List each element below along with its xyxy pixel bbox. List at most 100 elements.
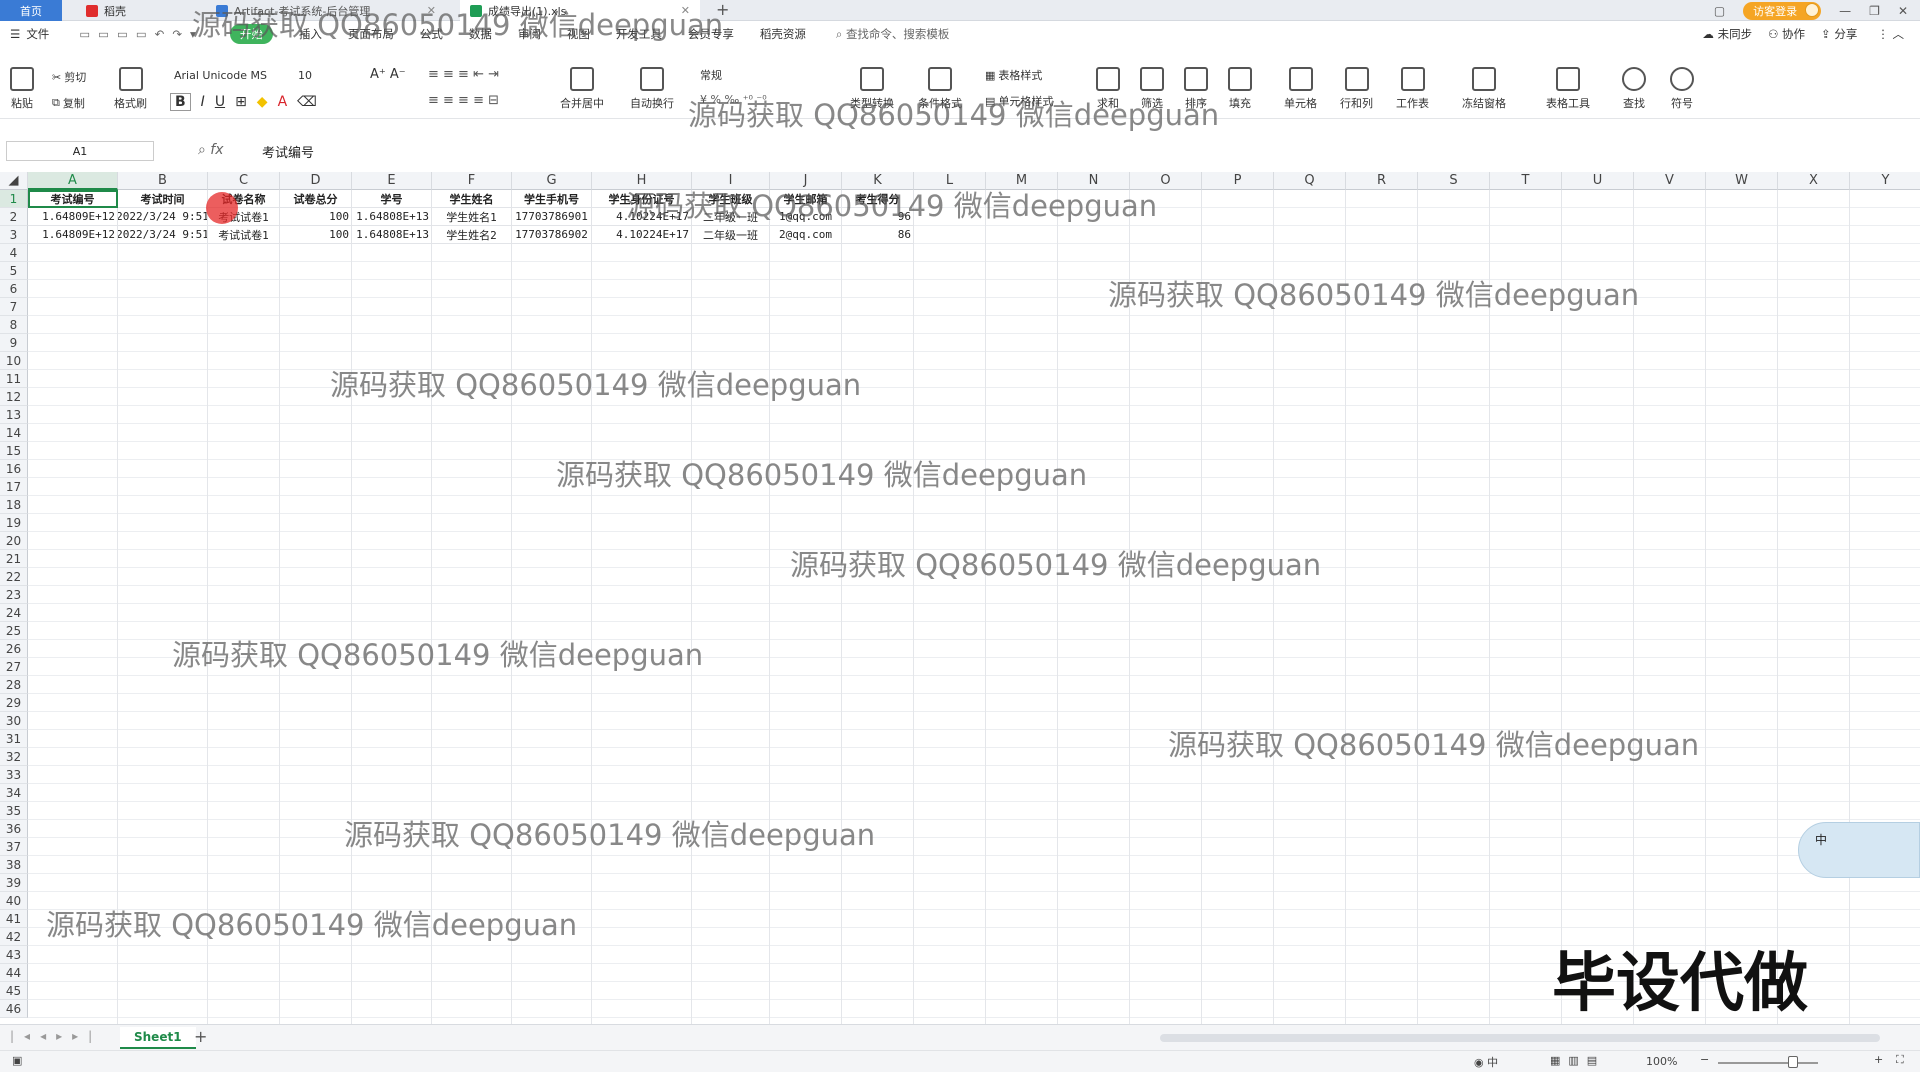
column-header-F[interactable]: F — [432, 172, 512, 190]
data-cell[interactable]: 2022/3/24 9:51 — [118, 226, 208, 244]
row-header[interactable]: 20 — [0, 532, 28, 550]
data-cell[interactable]: 2@qq.com — [770, 226, 842, 244]
data-cell[interactable]: 2022/3/24 9:51 — [118, 208, 208, 226]
row-header[interactable]: 29 — [0, 694, 28, 712]
find-button[interactable]: 查找 — [1622, 67, 1646, 111]
row-header[interactable]: 7 — [0, 298, 28, 316]
freeze-button[interactable]: 冻结窗格 — [1462, 67, 1506, 111]
cell-button[interactable]: 单元格 — [1284, 67, 1317, 111]
data-cell[interactable]: 100 — [280, 226, 352, 244]
data-cell[interactable]: 86 — [842, 226, 914, 244]
merge-center-button[interactable]: 合并居中 — [560, 67, 604, 111]
header-cell[interactable]: 学号 — [352, 190, 432, 208]
row-header[interactable]: 18 — [0, 496, 28, 514]
data-cell[interactable]: 1.64809E+12 — [28, 208, 118, 226]
row-header[interactable]: 15 — [0, 442, 28, 460]
row-header[interactable]: 19 — [0, 514, 28, 532]
row-header[interactable]: 26 — [0, 640, 28, 658]
row-header[interactable]: 42 — [0, 928, 28, 946]
row-header[interactable]: 46 — [0, 1000, 28, 1018]
row-header[interactable]: 27 — [0, 658, 28, 676]
column-header-C[interactable]: C — [208, 172, 280, 190]
data-cell[interactable]: 1.64808E+13 — [352, 226, 432, 244]
horizontal-scrollbar[interactable] — [1160, 1034, 1880, 1042]
eraser-icon[interactable]: ⌫ — [297, 94, 317, 110]
row-header[interactable]: 34 — [0, 784, 28, 802]
search-command-input[interactable]: ⌕ 查找命令、搜索模板 — [836, 26, 950, 42]
menu-docer[interactable]: 稻壳资源 — [760, 26, 806, 42]
row-header[interactable]: 6 — [0, 280, 28, 298]
row-header[interactable]: 1 — [0, 190, 28, 208]
row-header[interactable]: 14 — [0, 424, 28, 442]
column-header-X[interactable]: X — [1778, 172, 1850, 190]
fill-color-icon[interactable]: ◆ — [257, 94, 268, 110]
wrap-text-button[interactable]: 自动换行 — [630, 67, 674, 111]
sync-button[interactable]: ☁ 未同步 — [1702, 26, 1752, 42]
row-header[interactable]: 8 — [0, 316, 28, 334]
row-header[interactable]: 9 — [0, 334, 28, 352]
minimize-icon[interactable]: — — [1839, 4, 1851, 18]
zoom-slider-knob[interactable] — [1788, 1056, 1798, 1068]
view-mode-icons[interactable]: ▦▥▤ — [1550, 1054, 1605, 1067]
fx-icon[interactable]: fx — [210, 142, 223, 158]
ime-widget[interactable]: 中 — [1798, 822, 1920, 878]
row-header[interactable]: 37 — [0, 838, 28, 856]
macro-icon[interactable]: ▣ — [12, 1054, 22, 1067]
font-size-select[interactable]: 10 — [292, 67, 362, 87]
zoom-out-icon[interactable]: − — [1700, 1053, 1709, 1066]
eye-icon[interactable]: ◉ 中 — [1474, 1054, 1498, 1070]
column-header-S[interactable]: S — [1418, 172, 1490, 190]
header-cell[interactable]: 考试编号 — [28, 190, 118, 208]
row-header[interactable]: 25 — [0, 622, 28, 640]
row-header[interactable]: 3 — [0, 226, 28, 244]
row-header[interactable]: 32 — [0, 748, 28, 766]
formula-input[interactable]: 考试编号 — [262, 142, 314, 161]
hamburger-icon[interactable]: ☰ — [10, 27, 20, 41]
collab-button[interactable]: ⚇ 协作 — [1768, 26, 1805, 42]
row-header[interactable]: 36 — [0, 820, 28, 838]
row-header[interactable]: 41 — [0, 910, 28, 928]
row-header[interactable]: 2 — [0, 208, 28, 226]
data-cell[interactable]: 学生姓名2 — [432, 226, 512, 244]
row-header[interactable]: 30 — [0, 712, 28, 730]
menu-file[interactable]: 文件 — [26, 26, 49, 42]
data-cell[interactable]: 100 — [280, 208, 352, 226]
align-horizontal-group[interactable]: ≡ ≡ ≡ ≡ ⊟ — [428, 93, 499, 108]
column-header-A[interactable]: A — [28, 172, 118, 190]
zoom-icon[interactable]: ⌕ — [198, 142, 206, 158]
column-header-D[interactable]: D — [280, 172, 352, 190]
name-box[interactable]: A1 — [6, 141, 154, 161]
row-header[interactable]: 44 — [0, 964, 28, 982]
font-name-select[interactable]: Arial Unicode MS — [168, 67, 288, 87]
zoom-in-icon[interactable]: + — [1874, 1053, 1883, 1066]
row-col-button[interactable]: 行和列 — [1340, 67, 1373, 111]
symbol-button[interactable]: 符号 — [1670, 67, 1694, 111]
data-cell[interactable]: 考试试卷1 — [208, 226, 280, 244]
data-cell[interactable]: 17703786901 — [512, 208, 592, 226]
row-header[interactable]: 28 — [0, 676, 28, 694]
column-header-W[interactable]: W — [1706, 172, 1778, 190]
copy-button[interactable]: ⧉ 复制 — [52, 95, 85, 111]
row-header[interactable]: 35 — [0, 802, 28, 820]
zoom-slider[interactable] — [1718, 1062, 1818, 1064]
share-button[interactable]: ⇪ 分享 — [1821, 26, 1857, 42]
tab-docer[interactable]: 稻壳 — [76, 0, 196, 21]
header-cell[interactable]: 考试时间 — [118, 190, 208, 208]
row-header[interactable]: 31 — [0, 730, 28, 748]
header-cell[interactable]: 学生手机号 — [512, 190, 592, 208]
row-header[interactable]: 39 — [0, 874, 28, 892]
sheet-nav-icons[interactable]: |◂◂▸▸| — [10, 1029, 102, 1043]
row-header[interactable]: 21 — [0, 550, 28, 568]
column-header-U[interactable]: U — [1562, 172, 1634, 190]
row-header[interactable]: 40 — [0, 892, 28, 910]
border-icon[interactable]: ⊞ — [235, 94, 247, 110]
layout-icon[interactable]: ▢ — [1714, 4, 1725, 18]
close-window-icon[interactable]: ✕ — [1898, 4, 1908, 18]
fill-button[interactable]: 填充 — [1228, 67, 1252, 111]
column-header-Y[interactable]: Y — [1850, 172, 1920, 190]
underline-icon[interactable]: U — [215, 94, 225, 110]
cut-button[interactable]: ✂ 剪切 — [52, 69, 86, 85]
number-format-select[interactable]: 常规 — [694, 67, 834, 87]
row-header[interactable]: 16 — [0, 460, 28, 478]
data-cell[interactable]: 17703786902 — [512, 226, 592, 244]
